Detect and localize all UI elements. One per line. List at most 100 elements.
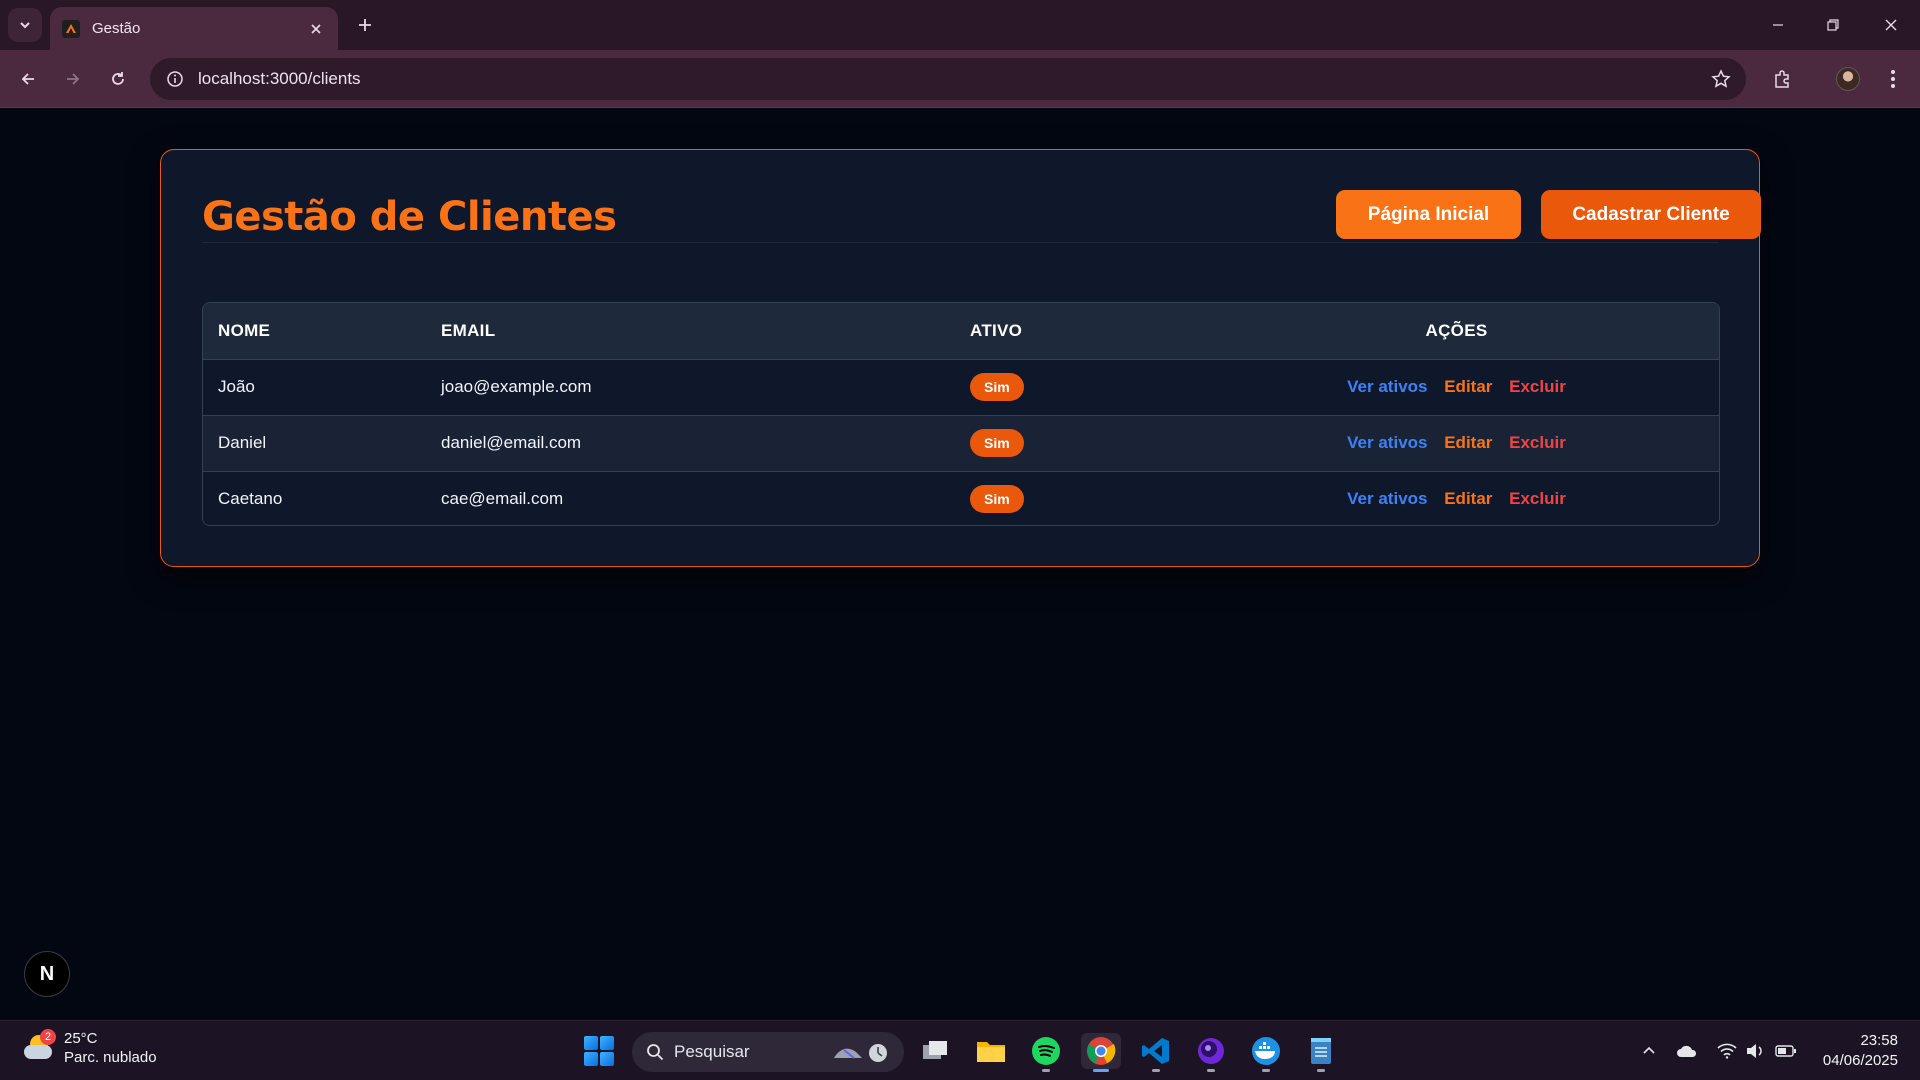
edit-link[interactable]: Editar [1444, 377, 1492, 396]
close-window-button[interactable] [1871, 10, 1911, 40]
chrome-icon [1087, 1037, 1116, 1065]
browser-tab-bar: Gestão [0, 0, 1920, 50]
client-email: joao@example.com [441, 377, 592, 396]
running-indicator [1262, 1069, 1270, 1072]
nextjs-dev-indicator[interactable]: N [24, 951, 70, 997]
view-assets-link[interactable]: Ver ativos [1347, 433, 1427, 452]
page-title: Gestão de Clientes [202, 194, 617, 240]
back-icon [21, 73, 34, 85]
tab-title: Gestão [92, 20, 141, 37]
search-highlight-icon [834, 1044, 887, 1062]
tray-overflow-button[interactable] [1637, 1039, 1661, 1063]
active-badge: Sim [970, 373, 1024, 401]
os-taskbar: 2 25°C Parc. nublado Pesquisar 23:58 04/… [0, 1020, 1920, 1080]
weather-badge: 2 [40, 1029, 56, 1045]
table-header-row: NOME EMAIL ATIVO AÇÕES [203, 303, 1719, 359]
running-indicator [1207, 1069, 1215, 1072]
reload-button[interactable] [102, 63, 134, 95]
edit-link[interactable]: Editar [1444, 433, 1492, 452]
weather-widget[interactable]: 2 25°C Parc. nublado [22, 1029, 157, 1067]
task-view-button[interactable] [916, 1033, 956, 1069]
volume-button[interactable] [1743, 1039, 1767, 1063]
avatar [1836, 67, 1860, 91]
profile-button[interactable] [1832, 63, 1864, 95]
speaker-icon [1747, 1044, 1762, 1058]
battery-button[interactable] [1774, 1039, 1798, 1063]
active-badge: Sim [970, 429, 1024, 457]
view-assets-link[interactable]: Ver ativos [1347, 377, 1427, 396]
extensions-button[interactable] [1766, 63, 1798, 95]
minimize-icon [1773, 24, 1783, 26]
file-explorer-button[interactable] [971, 1033, 1011, 1069]
docker-button[interactable] [1246, 1033, 1286, 1072]
column-header-actions: AÇÕES [1425, 320, 1488, 340]
column-header-active: ATIVO [970, 320, 1023, 340]
task-view-icon [923, 1041, 947, 1059]
forward-button[interactable] [57, 63, 89, 95]
url-text[interactable]: localhost:3000/clients [198, 69, 361, 89]
vscode-icon [1142, 1038, 1169, 1064]
active-indicator [1093, 1069, 1109, 1072]
forward-icon [67, 73, 80, 85]
browser-tab[interactable]: Gestão [50, 7, 338, 50]
cloud-icon [1677, 1045, 1697, 1057]
vscode-button[interactable] [1136, 1033, 1176, 1072]
running-indicator [1317, 1069, 1325, 1072]
back-button[interactable] [12, 63, 44, 95]
weather-temp: 25°C [64, 1030, 98, 1047]
page-viewport: Gestão de Clientes Página Inicial Cadast… [0, 108, 1920, 1020]
wifi-button[interactable] [1715, 1039, 1739, 1063]
delete-link[interactable]: Excluir [1509, 433, 1566, 452]
purple-app-button[interactable] [1191, 1033, 1231, 1072]
tab-list-button[interactable] [8, 8, 42, 42]
onedrive-button[interactable] [1675, 1039, 1699, 1063]
browser-menu-button[interactable] [1877, 63, 1909, 95]
reload-icon [112, 72, 124, 85]
table-row: Caetano cae@email.com Sim Ver ativos Edi… [203, 471, 1719, 525]
clock-date: 04/06/2025 [1822, 1052, 1898, 1069]
edit-link[interactable]: Editar [1444, 489, 1492, 508]
home-button[interactable]: Página Inicial [1336, 190, 1521, 239]
client-name: João [218, 377, 255, 396]
clients-table: NOME EMAIL ATIVO AÇÕES João joao@example… [202, 302, 1720, 526]
spotify-button[interactable] [1026, 1033, 1066, 1072]
chevron-up-icon [1643, 1046, 1655, 1054]
client-email: daniel@email.com [441, 433, 582, 452]
chrome-button[interactable] [1081, 1033, 1121, 1072]
address-bar[interactable]: localhost:3000/clients [150, 58, 1746, 100]
restore-icon [1827, 19, 1839, 31]
close-icon [311, 23, 321, 34]
delete-link[interactable]: Excluir [1509, 489, 1566, 508]
column-header-name: NOME [218, 320, 271, 340]
taskbar-search[interactable]: Pesquisar [632, 1032, 904, 1072]
notepad-button[interactable] [1301, 1033, 1341, 1072]
client-name: Caetano [218, 489, 283, 509]
delete-link[interactable]: Excluir [1509, 377, 1566, 396]
new-tab-button[interactable] [352, 12, 378, 38]
start-button[interactable] [584, 1036, 614, 1066]
docker-icon [1252, 1037, 1280, 1065]
chevron-down-icon [20, 22, 30, 29]
info-icon[interactable] [164, 68, 186, 90]
close-tab-button[interactable] [306, 19, 326, 39]
view-assets-link[interactable]: Ver ativos [1347, 489, 1427, 508]
column-header-email: EMAIL [441, 320, 496, 340]
system-clock[interactable]: 23:58 04/06/2025 [1823, 1031, 1898, 1071]
add-client-button[interactable]: Cadastrar Cliente [1541, 190, 1761, 239]
plus-icon [359, 19, 371, 31]
close-icon [1885, 19, 1897, 31]
clients-card: Gestão de Clientes Página Inicial Cadast… [160, 149, 1761, 567]
more-icon [1891, 70, 1895, 88]
restore-button[interactable] [1813, 10, 1853, 40]
weather-desc: Parc. nublado [64, 1049, 157, 1066]
search-icon [647, 1044, 664, 1061]
app-logo-icon [62, 19, 80, 38]
client-email: cae@email.com [441, 489, 564, 509]
bookmark-star-icon[interactable] [1710, 68, 1732, 90]
spotify-icon [1032, 1037, 1060, 1065]
purple-orb-icon [1198, 1038, 1224, 1064]
windows-logo-icon [584, 1036, 598, 1050]
card-header: Gestão de Clientes Página Inicial Cadast… [202, 188, 1761, 243]
extensions-icon [1775, 70, 1789, 88]
minimize-button[interactable] [1758, 10, 1798, 40]
